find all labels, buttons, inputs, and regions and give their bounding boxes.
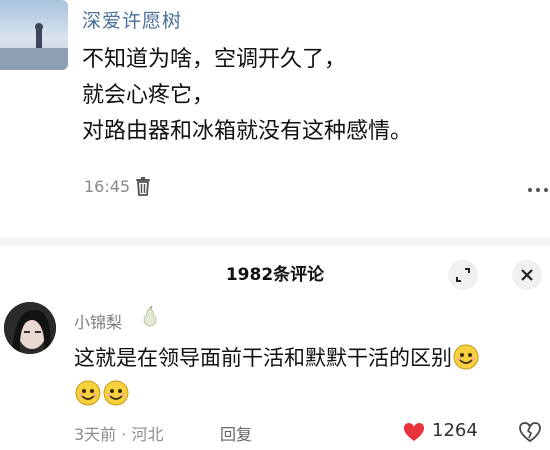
smile-emoji [75, 380, 101, 406]
close-icon [521, 269, 533, 281]
like-count: 1264 [432, 420, 478, 441]
post-author-avatar[interactable] [0, 0, 68, 70]
expand-icon [456, 268, 470, 282]
post-author-name[interactable]: 深爱许愿树 [82, 6, 182, 33]
reply-button[interactable]: 回复 [220, 421, 252, 445]
pear-icon [143, 306, 157, 327]
comment-author-avatar[interactable] [4, 302, 56, 354]
close-button[interactable] [512, 260, 542, 290]
post: 深爱许愿树 不知道为啥，空调开久了， 就会心疼它， 对路由器和冰箱就没有这种感情… [0, 0, 550, 238]
post-line: 不知道为啥，空调开久了， [82, 47, 347, 72]
expand-button[interactable] [448, 260, 478, 290]
comment-author-name[interactable]: 小锦梨 [74, 309, 122, 333]
broken-heart-icon[interactable] [518, 421, 542, 443]
smile-emoji [103, 380, 129, 406]
comment-body: 这就是在领导面前干活和默默干活的区别 [74, 340, 480, 412]
section-divider [0, 238, 550, 246]
post-body: 不知道为啥，空调开久了， 就会心疼它， 对路由器和冰箱就没有这种感情。 [82, 42, 412, 150]
heart-icon[interactable] [403, 422, 425, 442]
comment-text: 这就是在领导面前干活和默默干活的区别 [74, 346, 452, 370]
comment-meta: 3天前 · 河北 [74, 425, 164, 444]
post-timestamp: 16:45 [84, 177, 131, 196]
more-icon[interactable] [528, 188, 548, 192]
trash-icon[interactable] [135, 176, 151, 196]
smile-emoji [453, 344, 479, 370]
post-line: 就会心疼它， [82, 83, 215, 108]
post-line: 对路由器和冰箱就没有这种感情。 [82, 119, 413, 144]
